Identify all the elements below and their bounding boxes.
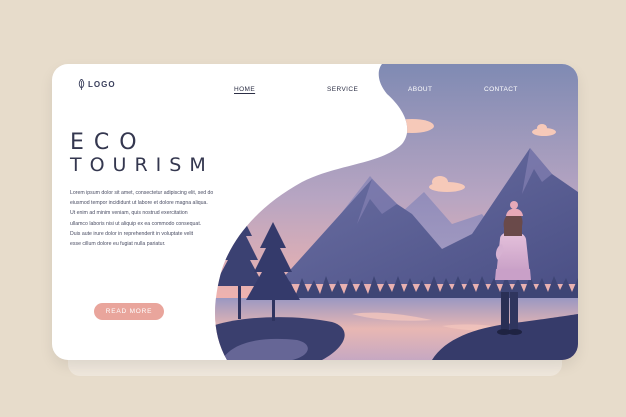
logo[interactable]: LOGO: [78, 79, 116, 90]
body-line: eiusmod tempor incididunt ut labore et d…: [70, 200, 208, 207]
read-more-button[interactable]: READ MORE: [94, 303, 164, 320]
logo-text: LOGO: [88, 80, 116, 89]
nav-about[interactable]: ABOUT: [408, 86, 432, 93]
leaf-icon: [78, 79, 85, 90]
body-line: Ut enim ad minim veniam, quis nostrud ex…: [70, 210, 188, 217]
nav-service[interactable]: SERVICE: [327, 86, 358, 93]
body-line: esse cillum dolore eu fugiat nulla paria…: [70, 241, 166, 248]
body-line: Lorem ipsum dolor sit amet, consectetur …: [70, 190, 214, 196]
hero-title-line2: TOURISM: [70, 154, 214, 176]
landing-card: LOGO HOME SERVICE ABOUT CONTACT ECO TOUR…: [52, 64, 578, 360]
nav-contact[interactable]: CONTACT: [484, 86, 518, 93]
nav-home[interactable]: HOME: [234, 86, 255, 93]
hero-title-line1: ECO: [70, 130, 147, 155]
body-line: ullamco laboris nisi ut aliquip ex ea co…: [70, 220, 202, 227]
body-line: Duis aute irure dolor in reprehenderit i…: [70, 230, 194, 237]
hero-body-text: Lorem ipsum dolor sit amet, consectetur …: [70, 188, 220, 249]
